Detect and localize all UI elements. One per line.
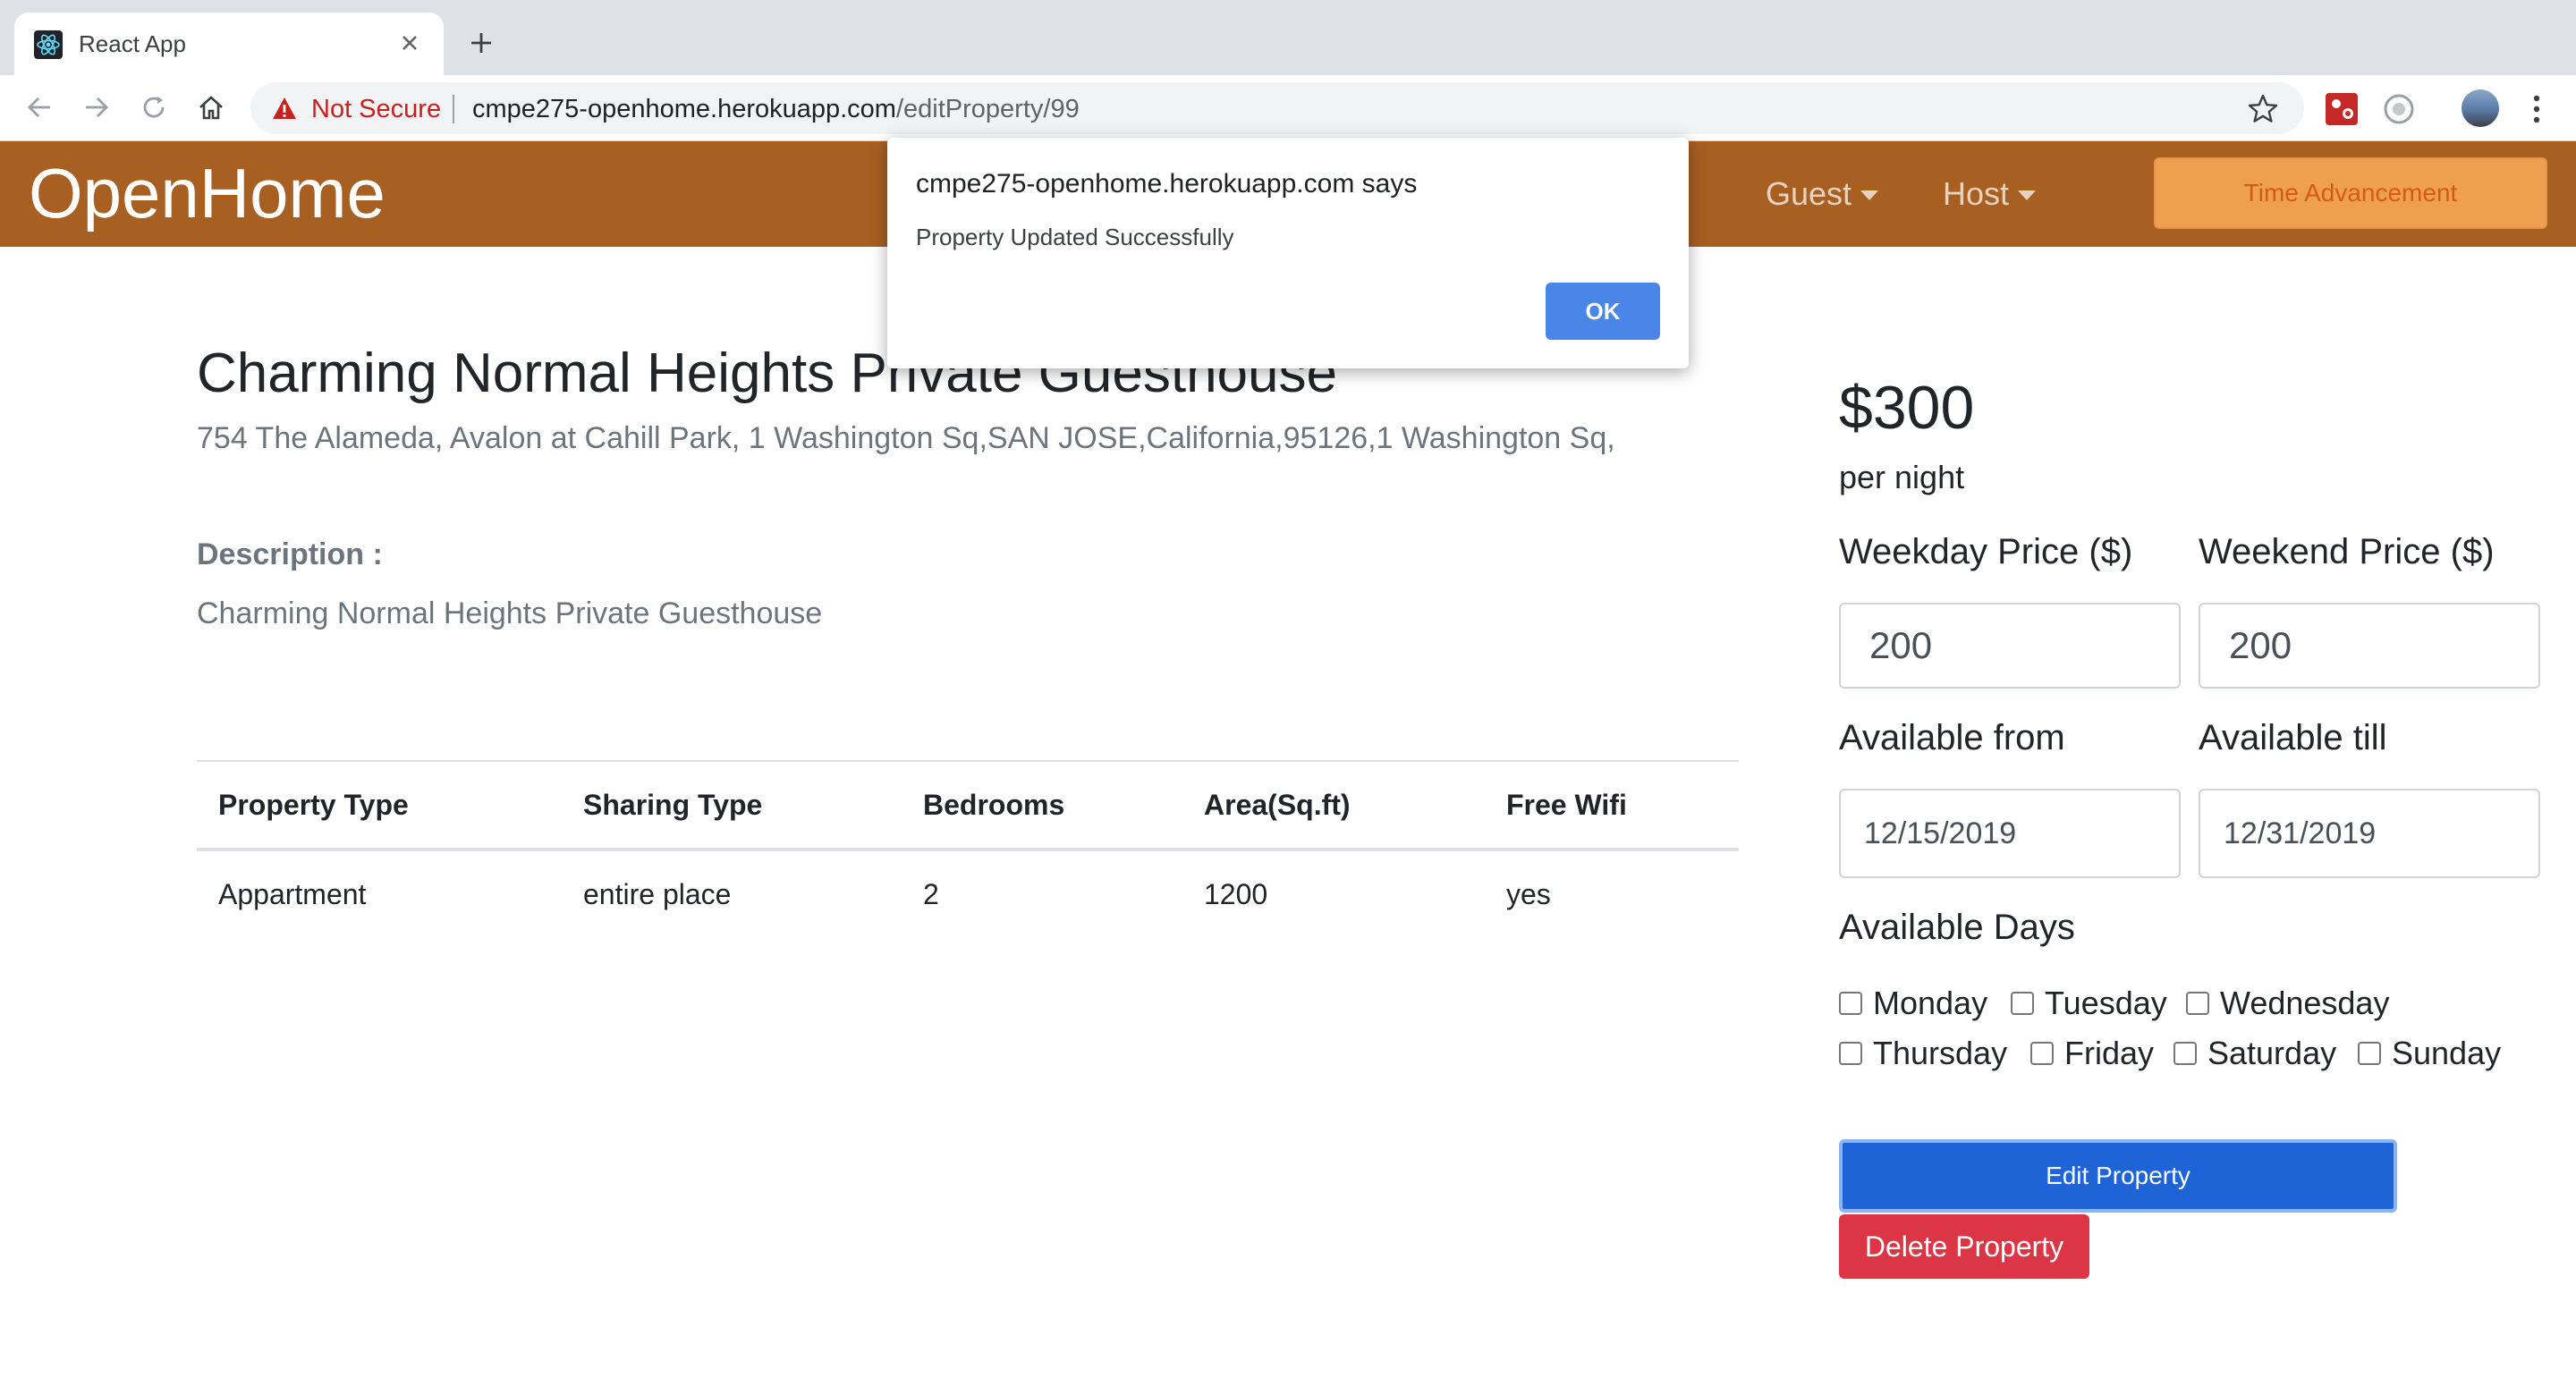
day-wednesday[interactable]: Wednesday	[2186, 984, 2389, 1023]
host-label: Host	[1943, 175, 2010, 212]
day-label: Wednesday	[2220, 985, 2390, 1021]
description-text: Charming Normal Heights Private Guesthou…	[197, 596, 823, 630]
day-label: Saturday	[2207, 1035, 2337, 1071]
day-monday[interactable]: Monday	[1839, 984, 1987, 1023]
day-sunday[interactable]: Sunday	[2358, 1034, 2501, 1073]
day-label: Friday	[2064, 1035, 2155, 1071]
warning-triangle-icon	[273, 97, 296, 119]
property-address: 754 The Alameda, Avalon at Cahill Park, …	[197, 421, 1615, 455]
url-path: /editProperty/99	[895, 95, 1080, 123]
browser-tabstrip: React App	[0, 0, 2576, 75]
description-label: Description :	[197, 537, 383, 571]
checkbox[interactable]	[2186, 992, 2209, 1015]
day-thursday[interactable]: Thursday	[1839, 1034, 2007, 1073]
checkbox[interactable]	[2030, 1042, 2054, 1065]
address-bar[interactable]: Not Secure cmpe275-openhome.herokuapp.co…	[250, 82, 2304, 134]
header-area: Area(Sq.ft)	[1204, 789, 1351, 821]
guest-label: Guest	[1766, 175, 1852, 212]
weekend-price-label: Weekend Price ($)	[2199, 532, 2495, 571]
table-top-border	[197, 760, 1739, 762]
browser-toolbar: Not Secure cmpe275-openhome.herokuapp.co…	[0, 75, 2576, 141]
checkbox[interactable]	[2358, 1042, 2381, 1065]
checkbox[interactable]	[2011, 992, 2034, 1015]
reload-icon[interactable]	[134, 88, 174, 127]
price-value: $300	[1839, 374, 1975, 442]
caret-down-icon	[1860, 190, 1879, 200]
caret-down-icon	[2018, 190, 2037, 200]
day-friday[interactable]: Friday	[2030, 1034, 2154, 1073]
cell-bedrooms: 2	[923, 878, 939, 910]
day-label: Monday	[1873, 985, 1988, 1021]
back-arrow-icon[interactable]	[20, 88, 59, 127]
available-from-label: Available from	[1839, 718, 2065, 757]
available-from-input[interactable]: 12/15/2019	[1839, 789, 2181, 878]
day-label: Tuesday	[2045, 985, 2167, 1021]
guest-dropdown[interactable]: Guest	[1766, 172, 1879, 216]
extension-gray-icon[interactable]	[2381, 91, 2417, 127]
weekday-price-input[interactable]: 200	[1839, 603, 2181, 689]
header-property-type: Property Type	[218, 789, 409, 821]
new-tab-plus-icon[interactable]	[462, 23, 501, 63]
checkbox[interactable]	[1839, 992, 1862, 1015]
profile-avatar[interactable]	[2462, 89, 2499, 127]
available-till-label: Available till	[2199, 718, 2387, 757]
tab-title: React App	[79, 30, 186, 57]
cell-free-wifi: yes	[1506, 878, 1551, 910]
cell-property-type: Appartment	[218, 878, 367, 910]
dialog-title: cmpe275-openhome.herokuapp.com says	[916, 169, 1418, 199]
delete-property-button[interactable]: Delete Property	[1839, 1214, 2089, 1279]
address-separator	[453, 95, 454, 123]
per-night-label: per night	[1839, 459, 1965, 495]
dialog-message: Property Updated Successfully	[916, 224, 1234, 250]
available-days-label: Available Days	[1839, 908, 2075, 947]
browser-menu-icon[interactable]	[2521, 89, 2553, 129]
not-secure-label[interactable]: Not Secure	[311, 95, 441, 123]
edit-property-button[interactable]: Edit Property	[1839, 1139, 2397, 1213]
home-icon[interactable]	[191, 88, 231, 127]
cell-area: 1200	[1204, 878, 1268, 910]
host-dropdown[interactable]: Host	[1943, 172, 2037, 216]
time-advancement-button[interactable]: Time Advancement	[2154, 157, 2547, 229]
day-saturday[interactable]: Saturday	[2174, 1034, 2336, 1073]
checkbox[interactable]	[1839, 1042, 1862, 1065]
day-label: Thursday	[1873, 1035, 2008, 1071]
available-till-input[interactable]: 12/31/2019	[2199, 789, 2540, 878]
bookmark-star-icon[interactable]	[2247, 93, 2279, 125]
url-text[interactable]: cmpe275-openhome.herokuapp.com/editPrope…	[472, 95, 1080, 123]
browser-tab[interactable]: React App	[14, 13, 444, 75]
close-tab-icon[interactable]	[392, 25, 428, 61]
url-host: cmpe275-openhome.herokuapp.com	[472, 95, 896, 123]
header-sharing-type: Sharing Type	[583, 789, 763, 821]
header-bedrooms: Bedrooms	[923, 789, 1065, 821]
forward-arrow-icon[interactable]	[77, 88, 116, 127]
weekend-price-input[interactable]: 200	[2199, 603, 2540, 689]
checkbox[interactable]	[2174, 1042, 2197, 1065]
day-label: Sunday	[2392, 1035, 2502, 1071]
cell-sharing-type: entire place	[583, 878, 732, 910]
dialog-ok-button[interactable]: OK	[1546, 283, 1660, 340]
extension-red-icon[interactable]	[2324, 91, 2360, 127]
alert-dialog: cmpe275-openhome.herokuapp.com says Prop…	[887, 138, 1689, 368]
weekday-price-label: Weekday Price ($)	[1839, 532, 2133, 571]
table-header-border	[197, 848, 1739, 851]
day-tuesday[interactable]: Tuesday	[2011, 984, 2167, 1023]
react-favicon-icon	[34, 30, 63, 59]
header-free-wifi: Free Wifi	[1506, 789, 1627, 821]
brand-logo[interactable]: OpenHome	[29, 148, 386, 238]
